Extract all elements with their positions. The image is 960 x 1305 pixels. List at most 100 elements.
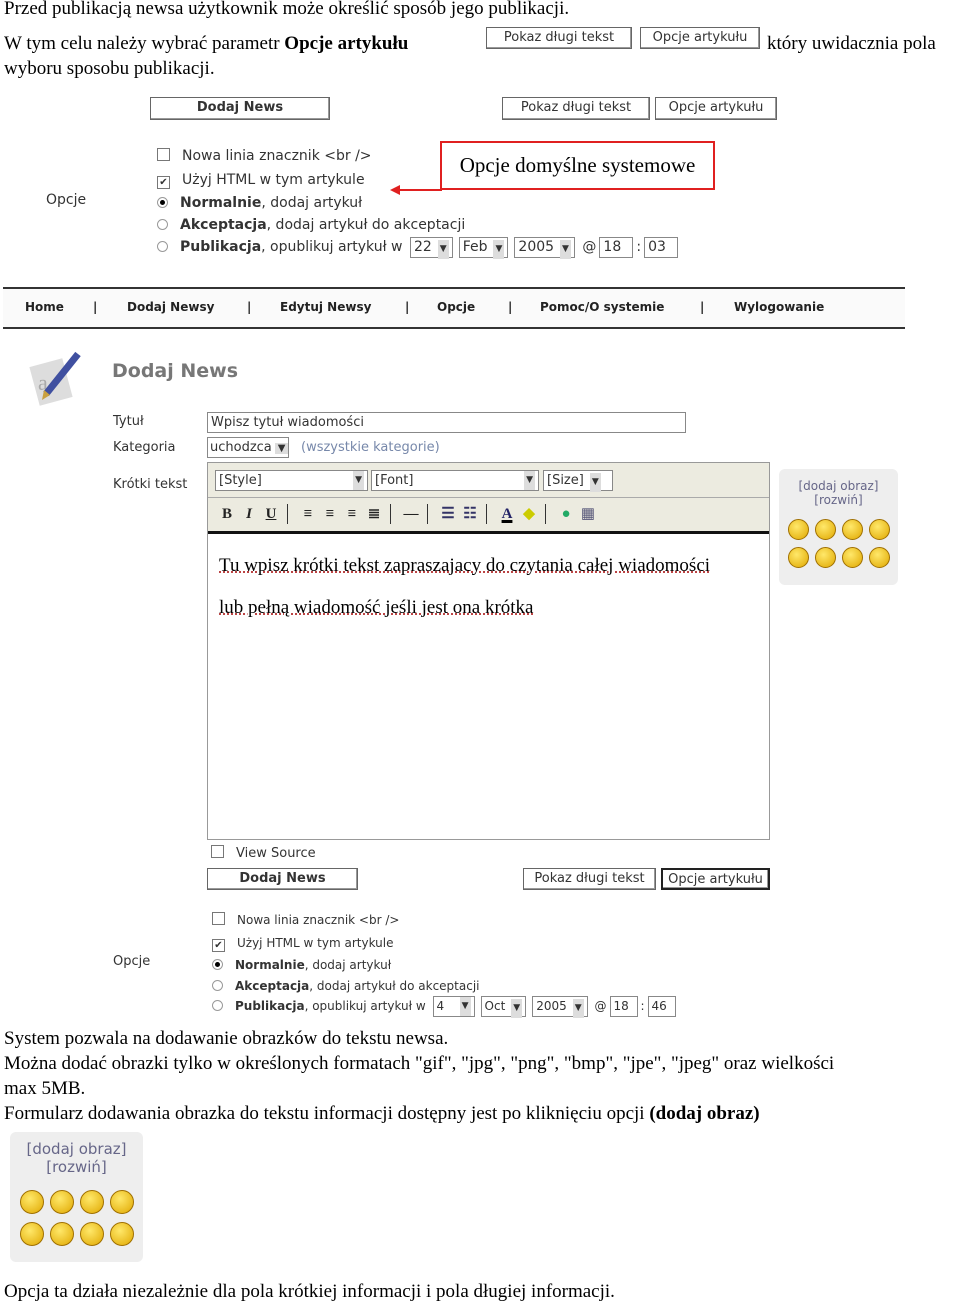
justify-icon[interactable]: ≣ bbox=[363, 504, 385, 523]
nav-logout[interactable]: Wylogowanie bbox=[734, 300, 824, 314]
paragraph: Opcja ta działa niezależnie dla pola kró… bbox=[4, 1281, 615, 1302]
day-select[interactable]: 22 ▼ bbox=[409, 236, 453, 259]
day-select[interactable]: 4 ▼ bbox=[432, 996, 475, 1017]
nav-options[interactable]: Opcje bbox=[437, 300, 475, 314]
sad-icon[interactable] bbox=[814, 547, 836, 568]
html-checkbox[interactable]: ✔ bbox=[157, 176, 170, 189]
text: , opublikuj artykuł w bbox=[304, 999, 426, 1013]
article-options-button[interactable]: Opcje artykułu bbox=[655, 97, 777, 120]
show-long-text-button[interactable]: Pokaz długi tekst bbox=[486, 27, 632, 49]
paragraph: wyboru sposobu publikacji. bbox=[4, 58, 215, 79]
wink-icon[interactable] bbox=[814, 519, 836, 540]
text: lub pełną wiadomość jeśli jest ona krótk… bbox=[219, 597, 534, 618]
nav-edit-news[interactable]: Edytuj Newsy bbox=[280, 300, 371, 314]
view-source-checkbox[interactable] bbox=[211, 845, 224, 858]
nav-bar: Home | Dodaj Newsy | Edytuj Newsy | Opcje | … bbox=[3, 287, 905, 329]
text: Normalnie bbox=[180, 195, 262, 211]
highlight-color-icon[interactable]: ◆ bbox=[518, 504, 540, 523]
text: Akceptacja bbox=[235, 979, 310, 993]
text: Publikacja bbox=[180, 239, 262, 255]
normal-radio[interactable] bbox=[212, 959, 223, 970]
surprised-icon[interactable] bbox=[79, 1190, 104, 1214]
article-options-button[interactable]: Opcje artykułu bbox=[661, 868, 770, 890]
callout-arrow bbox=[390, 185, 442, 195]
at-sign: @ bbox=[582, 239, 597, 255]
angry-icon[interactable] bbox=[79, 1222, 104, 1246]
text: Publikacja bbox=[235, 999, 305, 1013]
laugh-icon[interactable] bbox=[19, 1222, 44, 1246]
category-select[interactable]: uchodzca ▼ bbox=[207, 437, 290, 458]
title-input[interactable]: Wpisz tytuł wiadomości bbox=[207, 412, 686, 433]
italic-icon[interactable]: I bbox=[238, 506, 260, 523]
hour-input[interactable]: 18 bbox=[609, 996, 638, 1017]
tongue-icon[interactable] bbox=[868, 519, 890, 540]
article-options-button[interactable]: Opcje artykułu bbox=[640, 27, 760, 49]
accept-radio[interactable] bbox=[157, 219, 168, 230]
paragraph: Formularz dodawania obrazka do tekstu in… bbox=[4, 1103, 760, 1125]
nav-add-news[interactable]: Dodaj Newsy bbox=[127, 300, 214, 314]
smile-icon[interactable] bbox=[19, 1190, 44, 1214]
month-select[interactable]: Oct ▼ bbox=[480, 996, 527, 1018]
angry-icon[interactable] bbox=[841, 547, 863, 568]
shocked-icon[interactable] bbox=[109, 1222, 134, 1246]
nav-help[interactable]: Pomoc/O systemie bbox=[540, 300, 664, 314]
link-globe-icon[interactable]: ● bbox=[555, 506, 577, 523]
publish-radio[interactable] bbox=[212, 1000, 223, 1011]
newline-checkbox[interactable] bbox=[212, 912, 225, 925]
image-smiley-panel: [dodaj obraz] [rozwiń] bbox=[10, 1132, 143, 1262]
paragraph: Można dodać obrazki tylko w określonych … bbox=[4, 1053, 835, 1074]
align-right-icon[interactable]: ≡ bbox=[341, 506, 363, 523]
minute-input[interactable]: 46 bbox=[647, 996, 676, 1017]
year-select[interactable]: 2005 ▼ bbox=[532, 996, 588, 1018]
normal-radio[interactable] bbox=[157, 197, 168, 208]
editor-content[interactable]: Tu wpisz krótki tekst zapraszajacy do cz… bbox=[219, 545, 710, 629]
text: (dodaj obraz) bbox=[649, 1103, 760, 1124]
tongue-icon[interactable] bbox=[109, 1190, 134, 1214]
sad-icon[interactable] bbox=[49, 1222, 74, 1246]
text: W tym celu należy wybrać parametr bbox=[4, 33, 285, 54]
accept-radio[interactable] bbox=[212, 980, 223, 991]
minute-input[interactable]: 03 bbox=[644, 236, 679, 258]
expand-link[interactable]: [rozwiń] bbox=[10, 1158, 143, 1176]
hour-input[interactable]: 18 bbox=[599, 236, 634, 258]
add-image-link[interactable]: [dodaj obraz] bbox=[779, 479, 898, 493]
page-title: Dodaj News bbox=[112, 360, 239, 382]
short-text-label: Krótki tekst bbox=[113, 477, 188, 492]
text: , dodaj artykuł bbox=[261, 195, 363, 211]
wink-icon[interactable] bbox=[49, 1190, 74, 1214]
colon: : bbox=[640, 999, 645, 1013]
newline-checkbox[interactable] bbox=[157, 148, 170, 161]
smile-icon[interactable] bbox=[787, 519, 809, 540]
year-select[interactable]: 2005 ▼ bbox=[514, 236, 575, 259]
expand-link[interactable]: [rozwiń] bbox=[779, 493, 898, 507]
text-color-icon[interactable]: A bbox=[496, 506, 518, 523]
align-left-icon[interactable]: ≡ bbox=[297, 506, 319, 523]
font-select[interactable]: [Font] ▼ bbox=[371, 470, 539, 491]
table-icon[interactable]: ▦ bbox=[577, 504, 599, 523]
horizontal-rule-icon[interactable]: — bbox=[400, 506, 422, 523]
month-select[interactable]: Feb ▼ bbox=[458, 236, 509, 259]
bold-icon[interactable]: B bbox=[216, 506, 238, 523]
add-news-button[interactable]: Dodaj News bbox=[150, 97, 330, 120]
text: Użyj HTML w tym artykule bbox=[182, 172, 365, 188]
shocked-icon[interactable] bbox=[868, 547, 890, 568]
laugh-icon[interactable] bbox=[787, 547, 809, 568]
style-select[interactable]: [Style] ▼ bbox=[215, 470, 368, 491]
ordered-list-icon[interactable]: ☰ bbox=[437, 504, 459, 523]
unordered-list-icon[interactable]: ☷ bbox=[459, 504, 481, 523]
show-long-text-button[interactable]: Pokaz długi tekst bbox=[502, 97, 650, 120]
nav-home[interactable]: Home bbox=[25, 300, 64, 314]
paragraph: Przed publikacją newsa użytkownik może o… bbox=[4, 0, 570, 19]
text: Nowa linia znacznik <br /> bbox=[182, 148, 372, 164]
align-center-icon[interactable]: ≡ bbox=[319, 506, 341, 523]
text: Akceptacja bbox=[180, 217, 267, 233]
show-long-text-button[interactable]: Pokaz długi tekst bbox=[523, 868, 656, 890]
surprised-icon[interactable] bbox=[841, 519, 863, 540]
size-select[interactable]: [Size] ▼ bbox=[543, 470, 613, 492]
add-image-link[interactable]: [dodaj obraz] bbox=[10, 1140, 143, 1158]
all-categories-link[interactable]: (wszystkie kategorie) bbox=[301, 440, 440, 455]
add-news-button[interactable]: Dodaj News bbox=[207, 868, 358, 890]
publish-radio[interactable] bbox=[157, 241, 168, 252]
html-checkbox[interactable]: ✔ bbox=[212, 939, 225, 952]
underline-icon[interactable]: U bbox=[260, 506, 282, 523]
